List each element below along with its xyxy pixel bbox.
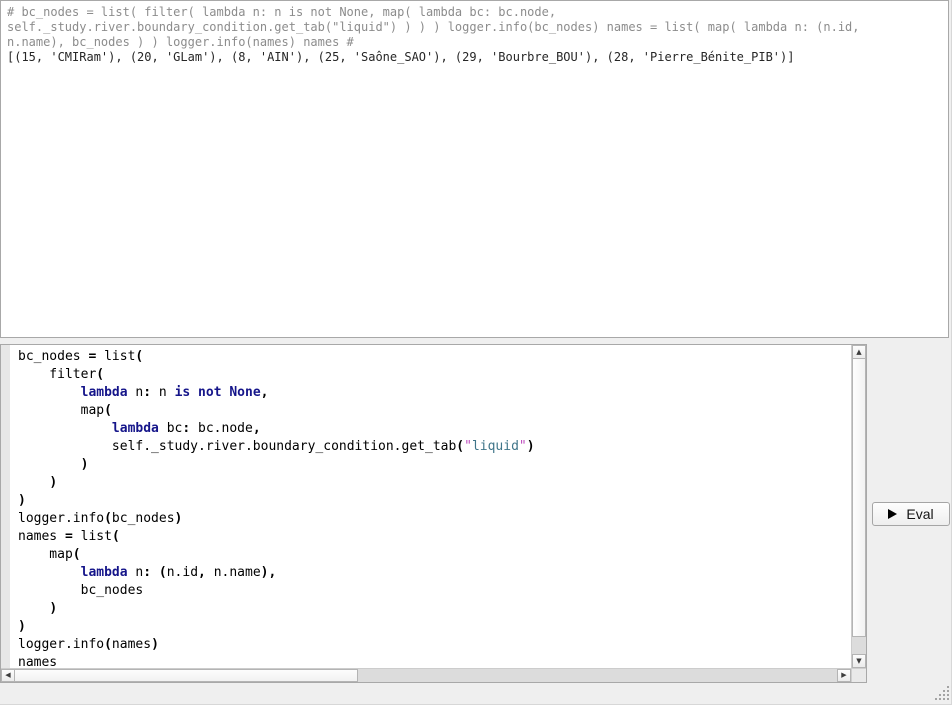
code-line: map( [18, 546, 851, 564]
code-line: names [18, 654, 851, 668]
up-arrow-icon: ▲ [856, 349, 861, 356]
code-line: self._study.river.boundary_condition.get… [18, 438, 851, 456]
down-arrow-icon: ▼ [856, 658, 861, 665]
history-line: n.name), bc_nodes ) ) logger.info(names)… [7, 35, 942, 50]
code-line: lambda n: (n.id, n.name), [18, 564, 851, 582]
horizontal-scrollbar[interactable]: ◀ ▶ [1, 668, 851, 682]
code-area[interactable]: bc_nodes = list( filter( lambda n: n is … [1, 345, 851, 668]
scroll-right-button[interactable]: ▶ [837, 669, 851, 682]
horizontal-scrollbar-thumb[interactable] [14, 669, 358, 682]
scroll-left-button[interactable]: ◀ [1, 669, 15, 682]
code-line: ) [18, 492, 851, 510]
history-line: [(15, 'CMIRam'), (20, 'GLam'), (8, 'AIN'… [7, 50, 942, 65]
code-line: bc_nodes [18, 582, 851, 600]
vertical-scrollbar-thumb[interactable] [852, 358, 866, 637]
history-panel[interactable]: # bc_nodes = list( filter( lambda n: n i… [0, 0, 949, 338]
scroll-up-button[interactable]: ▲ [852, 345, 866, 359]
history-line: self._study.river.boundary_condition.get… [7, 20, 942, 35]
size-grip[interactable] [935, 686, 950, 701]
code-line: ) [18, 600, 851, 618]
code-line: ) [18, 456, 851, 474]
code-editor: bc_nodes = list( filter( lambda n: n is … [0, 344, 867, 683]
left-arrow-icon: ◀ [5, 672, 10, 679]
code-line: names = list( [18, 528, 851, 546]
code-line: lambda bc: bc.node, [18, 420, 851, 438]
code-line: bc_nodes = list( [18, 348, 851, 366]
code-line: map( [18, 402, 851, 420]
history-line: # bc_nodes = list( filter( lambda n: n i… [7, 5, 942, 20]
vertical-scrollbar[interactable]: ▲ ▼ [851, 345, 866, 668]
eval-button-label: Eval [906, 506, 933, 522]
code-line: ) [18, 618, 851, 636]
right-arrow-icon: ▶ [841, 672, 846, 679]
eval-button[interactable]: Eval [872, 502, 950, 526]
play-icon [888, 509, 897, 519]
code-line: ) [18, 474, 851, 492]
code-line: lambda n: n is not None, [18, 384, 851, 402]
scrollbar-corner [851, 668, 866, 682]
code-line: logger.info(bc_nodes) [18, 510, 851, 528]
code-line: logger.info(names) [18, 636, 851, 654]
code-line: filter( [18, 366, 851, 384]
scroll-down-button[interactable]: ▼ [852, 654, 866, 668]
